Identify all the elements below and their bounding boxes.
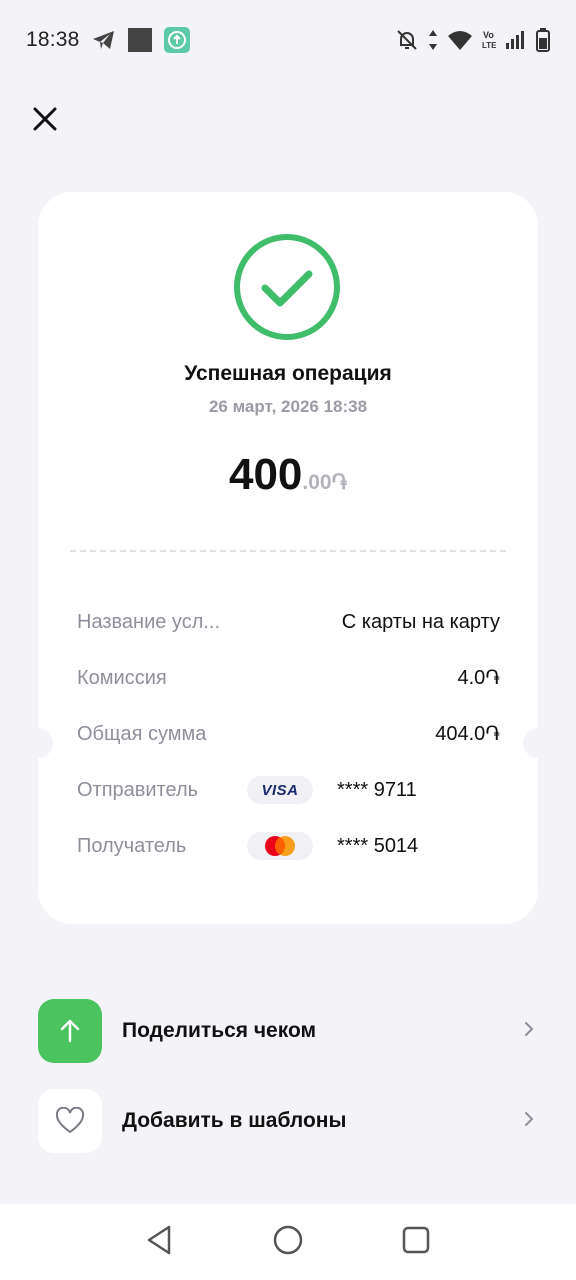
wifi-icon: [448, 30, 472, 50]
add-to-templates-label: Добавить в шаблоны: [122, 1109, 347, 1132]
share-receipt-button[interactable]: Поделиться чеком: [38, 998, 538, 1064]
close-icon: [32, 106, 58, 137]
detail-row-service: Название усл... С карты на карту: [77, 594, 500, 650]
volte-icon: Vo LTE: [482, 29, 496, 51]
service-label: Название усл...: [77, 610, 221, 633]
detail-row-sender: Отправитель VISA **** 9711: [77, 762, 500, 818]
square-app-icon: [127, 28, 152, 52]
visa-logo: VISA: [247, 776, 313, 804]
arrow-up-icon: [38, 999, 102, 1063]
recipient-label: Получатель: [77, 834, 187, 857]
add-to-templates-button[interactable]: Добавить в шаблоны: [38, 1088, 538, 1154]
bell-off-icon: [396, 29, 418, 51]
operation-date: 26 март, 2026 18:38: [208, 397, 368, 416]
status-bar: 18:38 Vo LTE: [0, 0, 576, 80]
svg-text:LTE: LTE: [482, 41, 496, 50]
detail-row-recipient: Получатель **** 5014: [77, 818, 500, 874]
service-value: С карты на карту: [341, 610, 500, 633]
svg-text:Vo: Vo: [483, 30, 494, 40]
nav-back-button[interactable]: [140, 1222, 180, 1262]
receipt-card: Успешная операция 26 март, 2026 18:38 40…: [23, 192, 553, 924]
telegram-icon: [92, 29, 116, 51]
system-nav-bar: [0, 1204, 576, 1280]
close-button[interactable]: [28, 104, 62, 138]
mastercard-logo: [247, 832, 313, 860]
battery-icon: [536, 28, 550, 52]
card-notch-left: [23, 728, 53, 758]
nav-recents-button[interactable]: [396, 1222, 436, 1262]
card-notch-right: [523, 728, 553, 758]
divider-dashed: [70, 550, 506, 552]
details-list: Название усл... С карты на карту Комисси…: [77, 594, 500, 874]
sender-label: Отправитель: [77, 778, 199, 801]
operation-amount: 400.00֏: [38, 450, 538, 500]
chevron-right-icon: [524, 1021, 534, 1042]
detail-row-commission: Комиссия 4.0֏: [77, 650, 500, 706]
data-arrows-icon: [428, 29, 438, 51]
upload-app-icon: [163, 27, 190, 53]
visa-brand-text: VISA: [261, 781, 299, 799]
recipient-card-mask: **** 5014: [337, 834, 419, 857]
share-receipt-label: Поделиться чеком: [122, 1019, 317, 1042]
amount-main: 400: [228, 450, 303, 499]
total-label: Общая сумма: [77, 722, 207, 745]
total-value: 404.0֏: [435, 722, 500, 745]
operation-title: Успешная операция: [184, 362, 392, 385]
commission-value: 4.0֏: [457, 666, 500, 689]
commission-label: Комиссия: [77, 666, 167, 689]
currency-symbol: ֏: [331, 471, 348, 494]
detail-row-total: Общая сумма 404.0֏: [77, 706, 500, 762]
signal-icon: [506, 31, 526, 49]
check-circle-icon: [232, 232, 342, 342]
chevron-right-icon: [524, 1111, 534, 1132]
amount-decimal: .00: [302, 471, 332, 494]
heart-icon: [38, 1089, 102, 1153]
recents-icon: [401, 1225, 431, 1260]
sender-card-mask: **** 9711: [337, 778, 417, 801]
status-time: 18:38: [26, 28, 80, 51]
home-icon: [272, 1224, 304, 1261]
back-icon: [145, 1224, 175, 1261]
nav-home-button[interactable]: [268, 1222, 308, 1262]
